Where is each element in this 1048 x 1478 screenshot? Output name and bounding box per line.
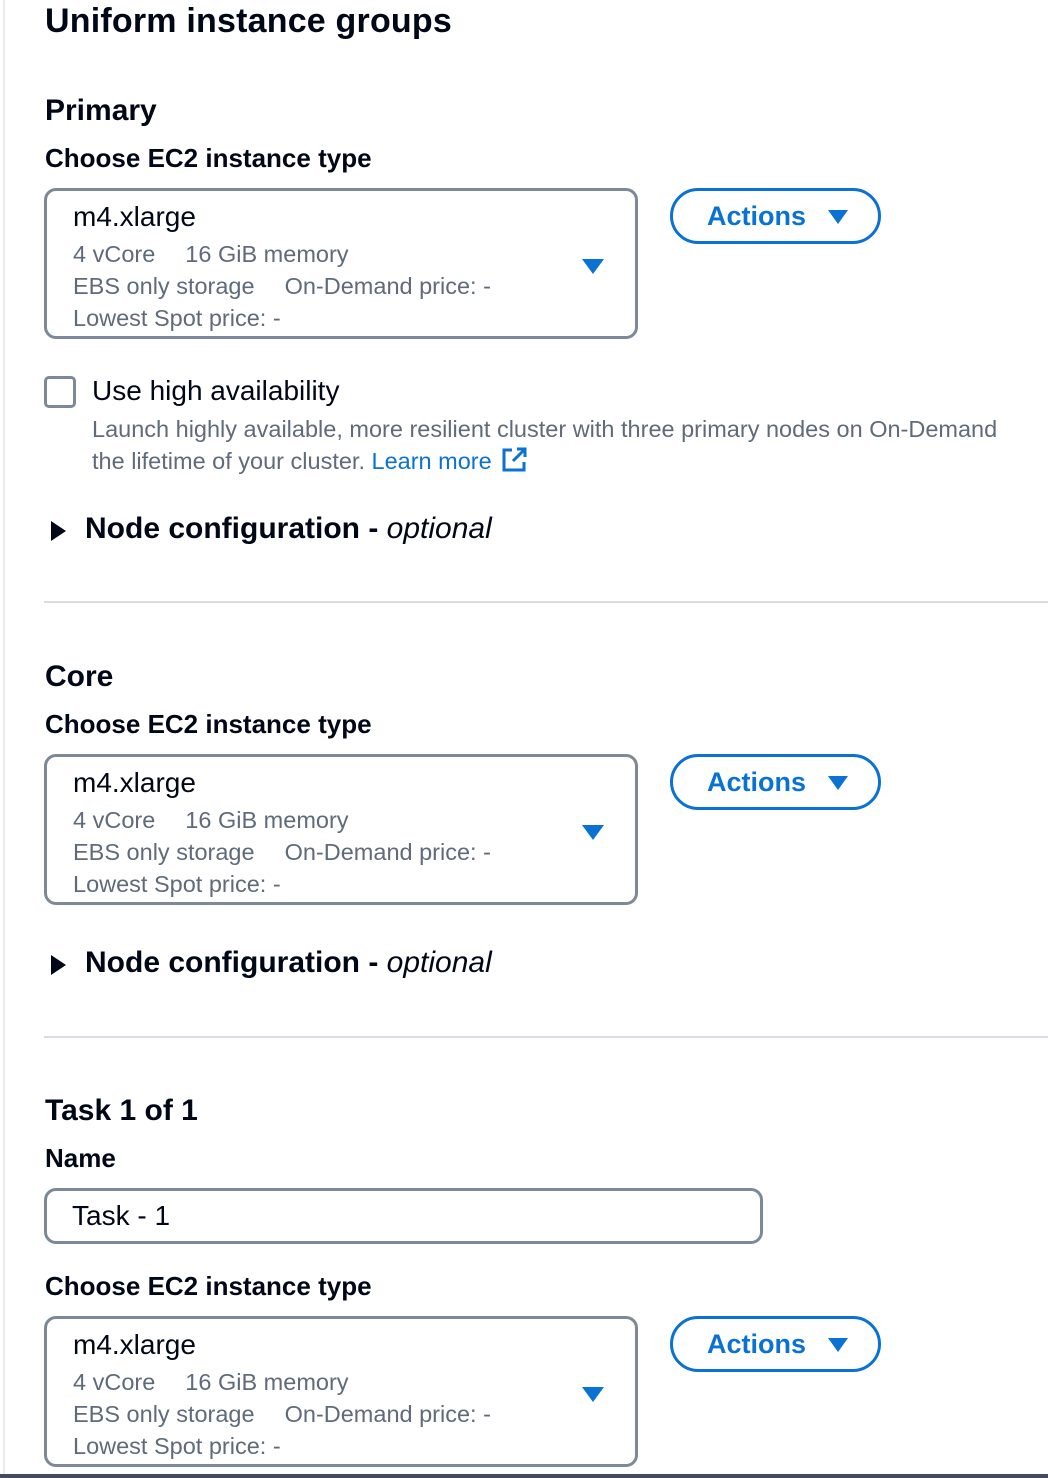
high-availability-description-line2: the lifetime of your cluster. Learn more — [92, 445, 528, 477]
memory-text: 16 GiB memory — [185, 241, 349, 267]
optional-text: optional — [386, 512, 492, 545]
core-instance-label: Choose EC2 instance type — [45, 709, 372, 739]
page-title: Uniform instance groups — [45, 2, 452, 40]
instance-type-value: m4.xlarge — [73, 201, 196, 232]
task-name-label: Name — [45, 1143, 116, 1173]
caret-right-icon — [51, 955, 66, 975]
task-actions-button[interactable]: Actions — [670, 1316, 881, 1372]
instance-type-value: m4.xlarge — [73, 1329, 196, 1360]
task-instance-select[interactable]: m4.xlarge 4 vCore 16 GiB memory EBS only … — [44, 1316, 638, 1467]
spot-price-text: Lowest Spot price: - — [73, 1433, 281, 1459]
high-availability-label[interactable]: Use high availability — [92, 375, 339, 407]
instance-pricing-row: EBS only storage On-Demand price: - — [73, 839, 491, 866]
spot-price-text: Lowest Spot price: - — [73, 305, 281, 331]
optional-text: optional — [386, 946, 492, 979]
instance-type-value: m4.xlarge — [73, 767, 196, 798]
actions-label: Actions — [707, 1329, 807, 1359]
caret-down-icon — [582, 259, 604, 274]
storage-text: EBS only storage — [73, 273, 255, 299]
primary-instance-label: Choose EC2 instance type — [45, 143, 372, 173]
instance-specs-row: 4 vCore 16 GiB memory — [73, 807, 349, 834]
section-divider — [44, 1036, 1048, 1038]
high-availability-description-line1: Launch highly available, more resilient … — [92, 416, 998, 442]
section-divider — [44, 601, 1048, 603]
task-instance-label: Choose EC2 instance type — [45, 1271, 372, 1301]
instance-pricing-row: EBS only storage On-Demand price: - — [73, 1401, 491, 1428]
bottom-frame-border — [0, 1474, 1048, 1478]
vcore-text: 4 vCore — [73, 241, 156, 267]
learn-more-text[interactable]: Learn more — [372, 448, 492, 474]
instance-specs-row: 4 vCore 16 GiB memory — [73, 241, 349, 268]
task-section-title: Task 1 of 1 — [45, 1094, 198, 1127]
node-configuration-text: Node configuration - — [85, 946, 387, 979]
vcore-text: 4 vCore — [73, 807, 156, 833]
caret-down-icon — [828, 1338, 848, 1352]
instance-pricing-row: EBS only storage On-Demand price: - — [73, 273, 491, 300]
actions-label: Actions — [707, 767, 807, 797]
high-availability-checkbox[interactable] — [44, 376, 76, 408]
caret-down-icon — [828, 210, 848, 224]
caret-down-icon — [582, 1387, 604, 1402]
on-demand-price-text: On-Demand price: - — [284, 1401, 491, 1427]
memory-text: 16 GiB memory — [185, 1369, 349, 1395]
task-name-input[interactable] — [44, 1188, 763, 1244]
spot-price-text: Lowest Spot price: - — [73, 871, 281, 897]
node-configuration-text: Node configuration - — [85, 512, 387, 545]
core-instance-select[interactable]: m4.xlarge 4 vCore 16 GiB memory EBS only … — [44, 754, 638, 905]
on-demand-price-text: On-Demand price: - — [284, 273, 491, 299]
vcore-text: 4 vCore — [73, 1369, 156, 1395]
caret-right-icon — [51, 521, 66, 541]
external-link-icon[interactable] — [500, 446, 528, 474]
on-demand-price-text: On-Demand price: - — [284, 839, 491, 865]
description-text: the lifetime of your cluster. — [92, 448, 365, 474]
memory-text: 16 GiB memory — [185, 807, 349, 833]
storage-text: EBS only storage — [73, 1401, 255, 1427]
primary-section-title: Primary — [45, 94, 157, 127]
core-node-configuration-expander[interactable]: Node configuration - optional — [0, 946, 600, 986]
node-configuration-label: Node configuration - optional — [85, 512, 492, 546]
left-frame-border — [0, 0, 5, 1478]
caret-down-icon — [828, 776, 848, 790]
caret-down-icon — [582, 825, 604, 840]
core-actions-button[interactable]: Actions — [670, 754, 881, 810]
storage-text: EBS only storage — [73, 839, 255, 865]
instance-specs-row: 4 vCore 16 GiB memory — [73, 1369, 349, 1396]
actions-label: Actions — [707, 201, 807, 231]
node-configuration-label: Node configuration - optional — [85, 946, 492, 980]
primary-instance-select[interactable]: m4.xlarge 4 vCore 16 GiB memory EBS only … — [44, 188, 638, 339]
core-section-title: Core — [45, 660, 114, 693]
primary-actions-button[interactable]: Actions — [670, 188, 881, 244]
primary-node-configuration-expander[interactable]: Node configuration - optional — [0, 512, 600, 552]
learn-more-link[interactable]: Learn more — [372, 446, 528, 474]
